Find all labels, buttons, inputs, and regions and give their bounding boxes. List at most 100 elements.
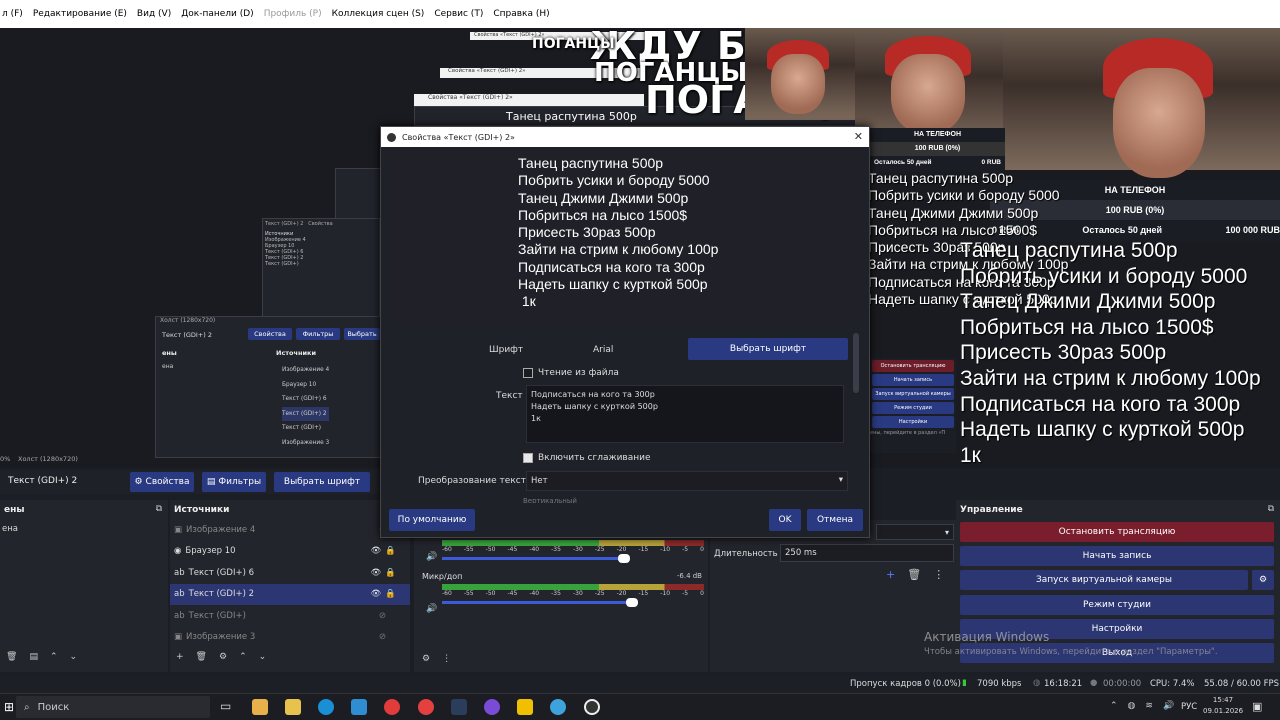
gear-icon[interactable]: ⚙	[422, 654, 430, 664]
read-file-checkbox[interactable]	[523, 368, 533, 378]
menu-view[interactable]: Вид (V)	[137, 9, 171, 19]
discord-icon[interactable]	[484, 699, 500, 715]
eye-icon[interactable]: 👁	[371, 546, 382, 556]
dialog-scrollbar[interactable]	[853, 333, 859, 393]
lock-icon[interactable]: 🔒	[385, 546, 396, 556]
text-input[interactable]: Подписаться на кого та 300р Надеть шапку…	[526, 385, 844, 443]
source-item[interactable]: ▣ Изображение 3 ⊘	[170, 627, 410, 649]
windows-start-icon[interactable]: ⊞	[4, 700, 14, 714]
store-icon[interactable]	[252, 699, 268, 715]
more-icon[interactable]: ⋮	[442, 654, 451, 664]
arrow-up-icon[interactable]: ⌃	[239, 652, 247, 662]
dialog-footer: По умолчанию OK Отмена	[381, 505, 869, 537]
speaker-icon[interactable]: 🔊	[426, 552, 437, 562]
more-icon[interactable]: ⋮	[933, 568, 944, 581]
duration-input[interactable]: 250 ms	[780, 544, 954, 562]
arrow-up-icon[interactable]: ⌃	[50, 652, 58, 662]
arrow-down-icon[interactable]: ⌄	[259, 652, 267, 662]
menu-profile[interactable]: Профиль (P)	[264, 9, 322, 19]
antialias-checkbox[interactable]	[523, 453, 533, 463]
donation-zero-small: 0 RUB	[981, 159, 1001, 166]
source-item[interactable]: ab Текст (GDI+) 6 👁 🔒	[170, 562, 410, 584]
source-item-selected[interactable]: ab Текст (GDI+) 2 👁 🔒	[170, 583, 410, 605]
stack-title-3: Свойства «Текст (GDI+) 2»	[414, 94, 644, 106]
properties-button[interactable]: ⚙ Свойства	[130, 472, 194, 492]
eye-hidden-icon[interactable]: ⊘	[379, 632, 386, 642]
controls-header: Управление	[956, 500, 1280, 520]
lock-icon[interactable]: 🔒	[385, 589, 396, 599]
wifi-icon[interactable]: ≋	[1145, 701, 1153, 711]
volume-knob[interactable]	[618, 554, 630, 563]
cancel-button[interactable]: Отмена	[807, 509, 863, 531]
choose-font-button[interactable]: Выбрать шрифт	[688, 338, 848, 360]
notification-icon[interactable]: ▣	[1252, 700, 1262, 713]
source-item[interactable]: ▣Изображение 4 ⊘	[170, 519, 410, 541]
undock-icon[interactable]: ⧉	[1268, 504, 1274, 514]
start-recording-button[interactable]: Начать запись	[960, 546, 1274, 566]
antialias-option[interactable]: Включить сглаживание	[523, 453, 651, 463]
preview-text: Танец распутина 500р Побрить усики и бор…	[518, 155, 719, 310]
filters-button[interactable]: ▤ Фильтры	[202, 472, 266, 492]
lock-icon[interactable]: 🔒	[385, 568, 396, 578]
eye-hidden-icon[interactable]: ⊘	[379, 611, 386, 621]
source-label: Изображение 4	[186, 524, 256, 535]
read-file-option[interactable]: Чтение из файла	[523, 368, 619, 378]
studio-mode-button[interactable]: Режим студии	[960, 595, 1274, 615]
volume-knob[interactable]	[626, 598, 638, 607]
gear-icon[interactable]: ⚙	[219, 652, 227, 662]
menu-docks[interactable]: Док-панели (D)	[181, 9, 253, 19]
yandex-browser-icon[interactable]	[418, 699, 434, 715]
menu-help[interactable]: Справка (H)	[493, 9, 549, 19]
steam-icon[interactable]	[451, 699, 467, 715]
taskbar-search[interactable]: ⌕ Поиск	[16, 696, 210, 718]
filter-icon[interactable]: ▤	[29, 652, 38, 662]
language-indicator[interactable]: РУС	[1181, 702, 1197, 712]
transition-select[interactable]: ▾	[876, 524, 954, 540]
yandex-icon[interactable]	[384, 699, 400, 715]
volume-slider[interactable]	[442, 598, 638, 607]
file-explorer-icon[interactable]	[285, 699, 301, 715]
defaults-button[interactable]: По умолчанию	[389, 509, 475, 531]
trash-icon[interactable]: 🗑	[6, 652, 17, 662]
nested-scene-item: ена	[162, 363, 174, 370]
menu-edit[interactable]: Редактирование (E)	[33, 9, 127, 19]
scenes-title: ены	[4, 505, 25, 515]
taskbar: ⊞ ⌕ Поиск ▭ ⌃ ◍ ≋ 🔊 РУС 15:47 09.01.2026…	[0, 693, 1280, 720]
virtual-camera-button[interactable]: Запуск виртуальной камеры	[960, 570, 1248, 590]
telegram-icon[interactable]	[550, 699, 566, 715]
menu-tools[interactable]: Сервис (T)	[434, 9, 483, 19]
menu-file[interactable]: л (F)	[2, 9, 23, 19]
plus-icon[interactable]: +	[886, 568, 895, 581]
choose-font-toolbar-button[interactable]: Выбрать шрифт	[274, 472, 370, 492]
source-item[interactable]: ab Текст (GDI+) ⊘	[170, 605, 410, 627]
app-icon[interactable]	[517, 699, 533, 715]
scene-item[interactable]: ена	[0, 520, 168, 538]
network-icon[interactable]: ◍	[1128, 701, 1136, 711]
close-icon[interactable]: ✕	[854, 130, 863, 143]
overlay-small: ПОГАНЦЫ	[532, 36, 615, 52]
trash-icon[interactable]: 🗑	[196, 652, 207, 662]
eye-icon[interactable]: 👁	[371, 568, 382, 578]
eye-icon[interactable]: 👁	[371, 589, 382, 599]
menu-scene-collection[interactable]: Коллекция сцен (S)	[332, 9, 425, 19]
volume-slider[interactable]	[442, 554, 630, 563]
stop-streaming-button[interactable]: Остановить трансляцию	[960, 522, 1274, 542]
mixer-track-1: -60 -55 -50 -45 -40 -35 -30 -25 -20 -15 -10 -5 0	[442, 540, 704, 563]
transform-select[interactable]: Нет ▾	[526, 471, 848, 491]
chevron-up-icon[interactable]: ⌃	[1110, 701, 1118, 711]
plus-icon[interactable]: +	[176, 652, 184, 662]
ok-button[interactable]: OK	[769, 509, 801, 531]
task-view-icon[interactable]: ▭	[220, 699, 231, 713]
undock-icon[interactable]: ⧉	[156, 504, 162, 514]
mail-icon[interactable]	[351, 699, 367, 715]
clock[interactable]: 15:47 09.01.2026	[1203, 695, 1243, 717]
browser-icon: ◉	[174, 546, 182, 557]
volume-icon[interactable]: 🔊	[1163, 701, 1174, 711]
arrow-down-icon[interactable]: ⌄	[70, 652, 78, 662]
edge-icon[interactable]	[318, 699, 334, 715]
speaker-icon[interactable]: 🔊	[426, 604, 437, 614]
obs-icon[interactable]	[584, 699, 600, 715]
source-item[interactable]: ◉ Браузер 10 👁 🔒	[170, 541, 410, 563]
virtual-camera-settings[interactable]: ⚙	[1252, 570, 1274, 590]
trash-icon[interactable]: 🗑	[907, 568, 921, 581]
